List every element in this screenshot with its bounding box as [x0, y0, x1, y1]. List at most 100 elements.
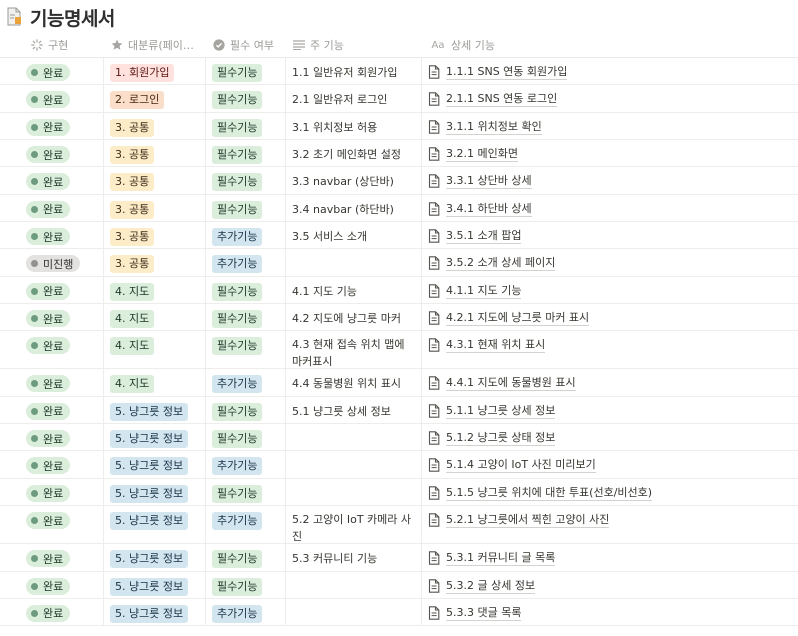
main-feature-cell[interactable]: 4.3 현재 접속 위치 맵에 마커표시: [286, 331, 422, 369]
detail-page-link[interactable]: 4.3.1 현재 위치 표시: [428, 337, 546, 354]
required-tag[interactable]: 추가기능: [212, 604, 263, 623]
table-row[interactable]: 완료 5. 냥그릇 정보 추가기능 5.2 고양이 IoT 카메라 사진 5.2.1 냥…: [0, 506, 798, 545]
detail-feature-cell[interactable]: 3.4.1 하단바 상세: [422, 195, 798, 221]
status-cell[interactable]: 완료: [0, 598, 104, 626]
detail-feature-cell[interactable]: 4.1.1 지도 기능: [422, 277, 798, 303]
status-badge[interactable]: 완료: [26, 200, 71, 218]
category-tag[interactable]: 5. 냥그릇 정보: [110, 604, 189, 623]
status-badge[interactable]: 완료: [26, 118, 71, 136]
detail-page-link[interactable]: 4.4.1 지도에 동물병원 표시: [428, 375, 576, 392]
detail-feature-cell[interactable]: 5.2.1 냥그릇에서 찍힌 고양이 사진: [422, 506, 798, 543]
main-feature-cell[interactable]: 5.2 고양이 IoT 카메라 사진: [286, 506, 422, 544]
detail-page-link[interactable]: 3.2.1 메인화면: [428, 146, 518, 163]
status-badge[interactable]: 완료: [26, 146, 71, 164]
required-tag[interactable]: 필수기능: [212, 64, 263, 82]
category-cell[interactable]: 5. 냥그릇 정보: [104, 598, 206, 626]
required-cell[interactable]: 추가기능: [206, 222, 286, 249]
detail-feature-cell[interactable]: 3.5.1 소개 팝업: [422, 222, 798, 248]
detail-page-link[interactable]: 4.2.1 지도에 냥그릇 마커 표시: [428, 310, 590, 327]
detail-page-link[interactable]: 5.1.5 냥그릇 위치에 대한 투표(선호/비선호): [428, 485, 653, 501]
category-cell[interactable]: 5. 냥그릇 정보: [104, 396, 206, 424]
required-cell[interactable]: 필수기능: [206, 571, 286, 598]
required-cell[interactable]: 필수기능: [206, 304, 286, 331]
category-tag[interactable]: 3. 공통: [110, 200, 155, 219]
status-cell[interactable]: 완료: [0, 304, 104, 331]
main-feature-cell[interactable]: 3.1 위치정보 허용: [286, 112, 422, 140]
required-cell[interactable]: 필수기능: [206, 544, 286, 571]
table-row[interactable]: 완료 3. 공통 필수기능 3.4 navbar (하단바) 3.4.1 하단바 상세: [0, 194, 798, 223]
required-tag[interactable]: 필수기능: [212, 91, 263, 110]
table-row[interactable]: 완료 4. 지도 필수기능 4.1 지도 기능 4.1.1 지도 기능: [0, 276, 798, 305]
table-row[interactable]: 완료 5. 냥그릇 정보 필수기능 5.3.2 글 상세 정보: [0, 571, 798, 599]
required-tag[interactable]: 추가기능: [212, 255, 263, 274]
main-feature-cell[interactable]: [286, 598, 422, 626]
required-cell[interactable]: 필수기능: [206, 424, 286, 451]
required-tag[interactable]: 필수기능: [212, 118, 263, 137]
required-tag[interactable]: 필수기능: [212, 310, 263, 329]
status-badge[interactable]: 완료: [26, 91, 71, 109]
detail-feature-cell[interactable]: 3.1.1 위치정보 확인: [422, 113, 798, 139]
status-cell[interactable]: 완료: [0, 506, 104, 544]
table-row[interactable]: 완료 4. 지도 추가기능 4.4 동물병원 위치 표시 4.4.1 지도에 동물병원 …: [0, 369, 798, 397]
table-row[interactable]: 미진행 3. 공통 추가기능 3.5.2 소개 상세 페이지: [0, 249, 798, 277]
detail-page-link[interactable]: 4.1.1 지도 기능: [428, 283, 522, 299]
required-tag[interactable]: 추가기능: [212, 512, 263, 531]
category-cell[interactable]: 4. 지도: [104, 304, 206, 331]
status-badge[interactable]: 완료: [26, 430, 71, 448]
status-cell[interactable]: 완료: [0, 194, 104, 222]
category-cell[interactable]: 3. 공통: [104, 112, 206, 140]
required-tag[interactable]: 필수기능: [212, 146, 263, 165]
main-feature-cell[interactable]: [286, 478, 422, 506]
category-cell[interactable]: 5. 냥그릇 정보: [104, 451, 206, 478]
required-cell[interactable]: 필수기능: [206, 112, 286, 140]
main-feature-cell[interactable]: 5.3 커뮤니티 기능: [286, 544, 422, 571]
status-badge[interactable]: 완료: [26, 512, 71, 530]
category-tag[interactable]: 5. 냥그릇 정보: [110, 430, 189, 449]
detail-feature-cell[interactable]: 3.5.2 소개 상세 페이지: [422, 249, 798, 275]
category-tag[interactable]: 3. 공통: [110, 228, 155, 247]
status-badge[interactable]: 완료: [26, 604, 71, 622]
detail-feature-cell[interactable]: 5.1.1 냥그릇 상세 정보: [422, 397, 798, 423]
required-cell[interactable]: 필수기능: [206, 140, 286, 167]
detail-feature-cell[interactable]: 1.1.1 SNS 연동 회원가입: [422, 58, 798, 84]
table-row[interactable]: 완료 5. 냥그릇 정보 필수기능 5.1.2 냥그릇 상태 정보: [0, 424, 798, 452]
category-cell[interactable]: 4. 지도: [104, 331, 206, 369]
detail-page-link[interactable]: 3.1.1 위치정보 확인: [428, 119, 542, 135]
table-row[interactable]: 완료 2. 로그인 필수기능 2.1 일반유저 로그인 2.1.1 SNS 연동 로그인: [0, 85, 798, 113]
column-header-category[interactable]: 대분류(페이…: [104, 32, 206, 58]
required-cell[interactable]: 추가기능: [206, 598, 286, 626]
detail-feature-cell[interactable]: 4.3.1 현재 위치 표시: [422, 331, 798, 368]
category-tag[interactable]: 5. 냥그릇 정보: [110, 550, 189, 569]
main-feature-cell[interactable]: 3.4 navbar (하단바): [286, 194, 422, 222]
required-tag[interactable]: 필수기능: [212, 430, 263, 449]
detail-feature-cell[interactable]: 4.4.1 지도에 동물병원 표시: [422, 369, 798, 395]
main-feature-cell[interactable]: [286, 424, 422, 451]
main-feature-cell[interactable]: 3.2 초기 메인화면 설정: [286, 140, 422, 167]
main-feature-cell[interactable]: [286, 249, 422, 276]
column-header-required[interactable]: 필수 여부: [206, 32, 286, 58]
status-badge[interactable]: 완료: [26, 337, 71, 355]
status-badge[interactable]: 완료: [26, 375, 71, 393]
detail-page-link[interactable]: 3.5.2 소개 상세 페이지: [428, 255, 556, 272]
category-cell[interactable]: 5. 냥그릇 정보: [104, 478, 206, 506]
required-cell[interactable]: 추가기능: [206, 506, 286, 544]
status-cell[interactable]: 완료: [0, 276, 104, 304]
main-feature-cell[interactable]: 2.1 일반유저 로그인: [286, 85, 422, 112]
detail-feature-cell[interactable]: 4.2.1 지도에 냥그릇 마커 표시: [422, 304, 798, 330]
status-badge[interactable]: 완료: [26, 64, 71, 81]
main-feature-cell[interactable]: 3.5 서비스 소개: [286, 222, 422, 249]
detail-page-link[interactable]: 3.3.1 상단바 상세: [428, 173, 532, 190]
category-cell[interactable]: 3. 공통: [104, 249, 206, 276]
table-row[interactable]: 완료 3. 공통 필수기능 3.1 위치정보 허용 3.1.1 위치정보 확인: [0, 112, 798, 141]
detail-feature-cell[interactable]: 3.2.1 메인화면: [422, 140, 798, 166]
category-tag[interactable]: 5. 냥그릇 정보: [110, 457, 189, 476]
required-tag[interactable]: 필수기능: [212, 484, 263, 503]
required-tag[interactable]: 필수기능: [212, 550, 263, 569]
required-cell[interactable]: 필수기능: [206, 85, 286, 112]
category-cell[interactable]: 4. 지도: [104, 276, 206, 304]
required-cell[interactable]: 추가기능: [206, 369, 286, 396]
main-feature-cell[interactable]: 3.3 navbar (상단바): [286, 167, 422, 194]
required-cell[interactable]: 필수기능: [206, 331, 286, 369]
detail-page-link[interactable]: 5.3.1 커뮤니티 글 목록: [428, 550, 556, 567]
detail-page-link[interactable]: 3.4.1 하단바 상세: [428, 201, 532, 217]
